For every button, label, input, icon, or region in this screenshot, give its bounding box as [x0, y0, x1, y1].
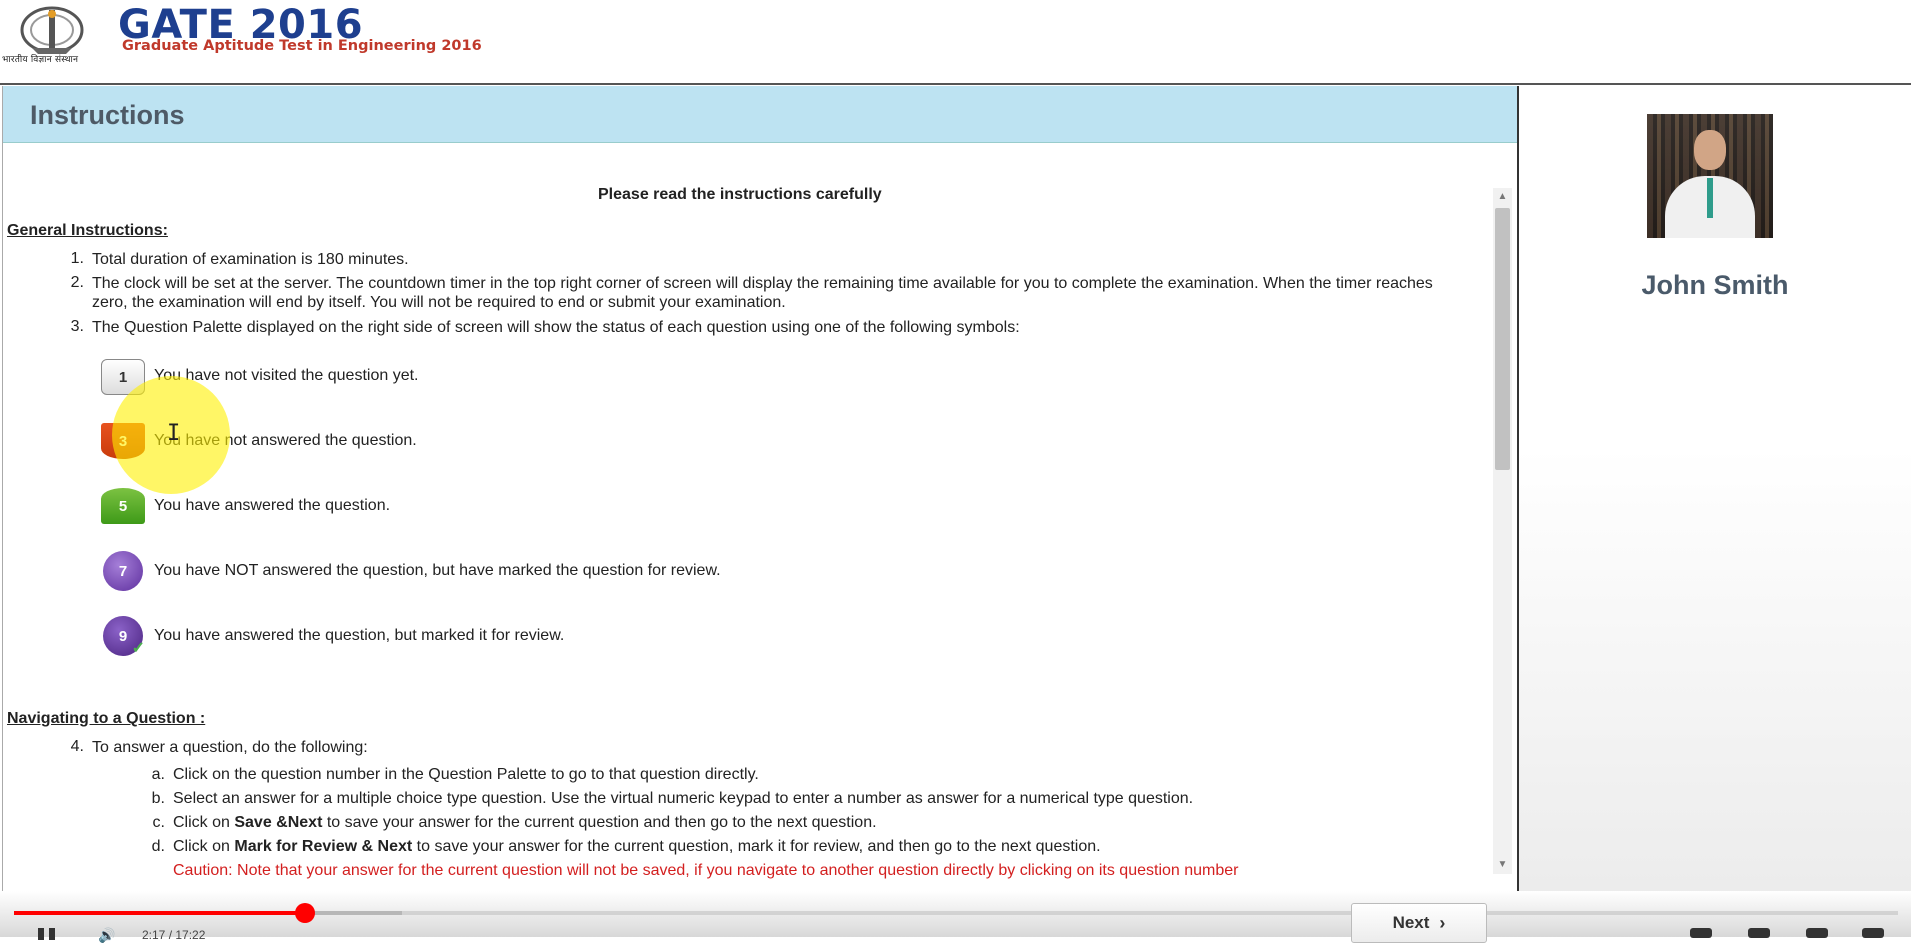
photo-head	[1694, 130, 1726, 170]
sub-list-item: Click on Mark for Review & Next to save …	[173, 838, 1101, 855]
answered-symbol: 5	[101, 488, 145, 524]
sub-list-item: Click on Save &Next to save your answer …	[173, 814, 877, 831]
legend-text: You have NOT answered the question, but …	[154, 562, 721, 579]
scroll-down-icon[interactable]: ▼	[1493, 856, 1512, 874]
instructions-panel: Instructions Please read the instruction…	[2, 86, 1518, 891]
symbol-number: 9	[118, 627, 128, 645]
sub-list-item: Click on the question number in the Ques…	[173, 766, 759, 783]
next-label: Next	[1392, 913, 1430, 932]
general-instructions-heading: General Instructions:	[7, 222, 168, 239]
progress-scrubber[interactable]	[295, 903, 315, 923]
photo-lanyard	[1707, 178, 1713, 218]
navigating-heading: Navigating to a Question :	[7, 710, 206, 727]
marked-review-symbol: 7	[103, 551, 143, 591]
sub-list-item: Select an answer for a multiple choice t…	[173, 790, 1194, 807]
candidate-name: John Smith	[1641, 270, 1789, 300]
sub-list-letter: c.	[152, 814, 165, 831]
video-player-controls: 🔊 2:17 / 17:22	[0, 891, 1911, 943]
instructions-title: Instructions	[30, 100, 185, 130]
list-number: 3.	[70, 318, 84, 335]
instructions-content[interactable]: Please read the instructions carefully G…	[3, 143, 1493, 891]
list-item: The clock will be set at the server. The…	[92, 275, 1433, 311]
list-item: Total duration of examination is 180 min…	[92, 251, 409, 268]
legend-text: You have answered the question.	[154, 497, 391, 514]
legend-text: You have not visited the question yet.	[154, 367, 419, 384]
next-button[interactable]: Next ›	[1351, 903, 1487, 943]
candidate-profile-panel: John Smith	[1519, 86, 1911, 891]
answered-review-symbol: 9 ✓	[103, 616, 145, 657]
scroll-up-icon[interactable]: ▲	[1493, 188, 1512, 206]
list-number: 1.	[70, 250, 84, 267]
list-item: To answer a question, do the following:	[92, 739, 368, 756]
list-number: 2.	[70, 274, 84, 291]
not-answered-symbol: 3	[101, 423, 145, 459]
legend-text: You have answered the question, but mark…	[154, 627, 565, 644]
list-number: 4.	[70, 738, 84, 755]
sub-list-letter: a.	[151, 766, 165, 783]
pause-icon[interactable]	[38, 927, 60, 940]
progress-played	[14, 911, 305, 915]
volume-icon[interactable]: 🔊	[98, 927, 115, 944]
exam-subtitle: Graduate Aptitude Test in Engineering 20…	[122, 38, 482, 54]
not-visited-symbol: 1	[101, 359, 145, 395]
chevron-right-icon: ›	[1439, 912, 1446, 933]
app-header: भारतीय विज्ञान संस्थान GATE 2016 Graduat…	[0, 0, 1911, 85]
candidate-photo	[1647, 114, 1773, 238]
instructions-header: Instructions	[3, 86, 1518, 143]
instructions-scrollbar[interactable]: ▲ ▼	[1493, 188, 1512, 874]
legend-text: You have not answered the question.	[154, 432, 417, 449]
list-item: The Question Palette displayed on the ri…	[92, 319, 1020, 336]
scroll-thumb[interactable]	[1495, 208, 1510, 470]
read-carefully-heading: Please read the instructions carefully	[598, 186, 882, 203]
caution-text: Caution: Note that your answer for the c…	[173, 862, 1239, 879]
sub-list-letter: b.	[151, 790, 165, 807]
check-icon: ✓	[131, 640, 145, 657]
sub-list-letter: d.	[151, 838, 165, 855]
logo-caption: भारतीय विज्ञान संस्थान	[2, 55, 79, 65]
time-display: 2:17 / 17:22	[142, 928, 206, 942]
